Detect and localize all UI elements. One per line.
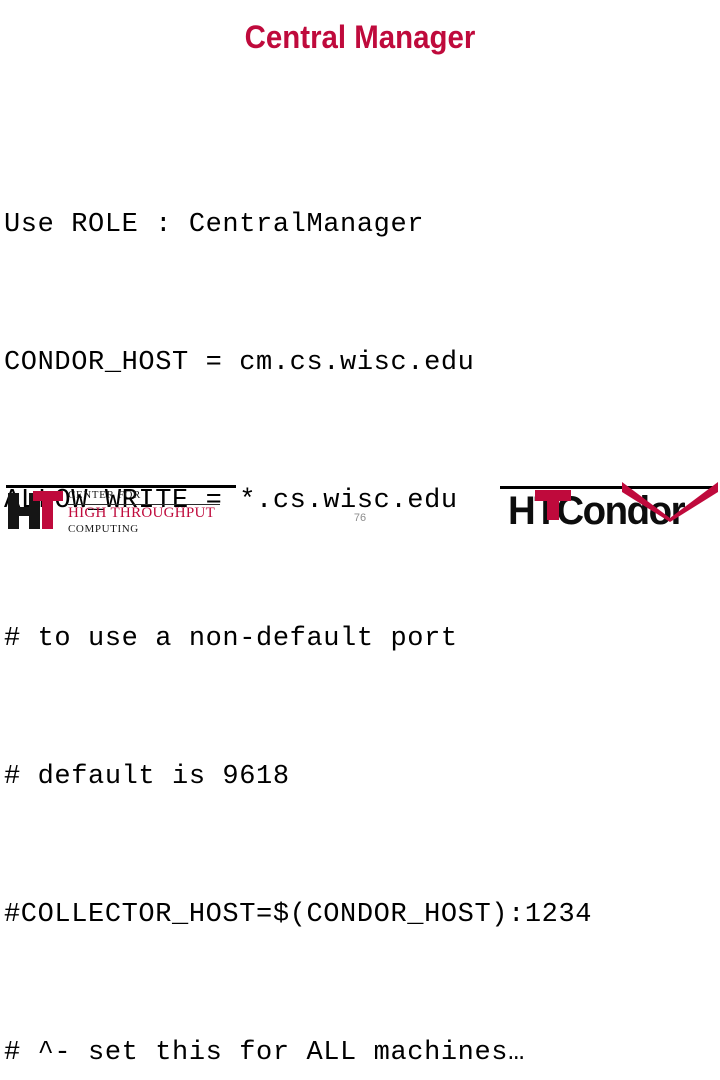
slide-footer: CENTER FOR HIGH THROUGHPUT COMPUTING 76 … <box>0 470 720 540</box>
chtc-line-center-for: CENTER FOR <box>68 489 141 501</box>
code-line: # default is 9618 <box>4 762 290 792</box>
htcondor-t-stem <box>547 490 559 520</box>
chtc-line-computing: COMPUTING <box>68 523 139 535</box>
code-line: # to use a non-default port <box>4 624 458 654</box>
chtc-t-stem <box>42 491 53 529</box>
code-line: # ^- set this for ALL machines… <box>4 1038 525 1068</box>
code-line: CONDOR_HOST = cm.cs.wisc.edu <box>4 348 475 378</box>
page-title: Central Manager <box>244 19 476 55</box>
code-line: #COLLECTOR_HOST=$(CONDOR_HOST):1234 <box>4 900 593 930</box>
chtc-logo-rule <box>6 485 236 488</box>
config-code-block: Use ROLE : CentralManager CONDOR_HOST = … <box>4 110 716 1080</box>
chtc-logo: CENTER FOR HIGH THROUGHPUT COMPUTING <box>6 482 236 538</box>
page-number: 76 <box>353 512 367 524</box>
htcondor-wordmark-condor: Condor <box>556 489 685 533</box>
chtc-line-high-throughput: HIGH THROUGHPUT <box>68 505 216 521</box>
htcondor-logo: HTCondor <box>500 476 718 538</box>
chtc-logo-wordmark: CENTER FOR HIGH THROUGHPUT COMPUTING <box>68 490 236 538</box>
chtc-ht-monogram-icon <box>8 491 64 529</box>
code-line: Use ROLE : CentralManager <box>4 210 425 240</box>
slide-canvas: Central Manager Use ROLE : CentralManage… <box>0 0 720 1068</box>
